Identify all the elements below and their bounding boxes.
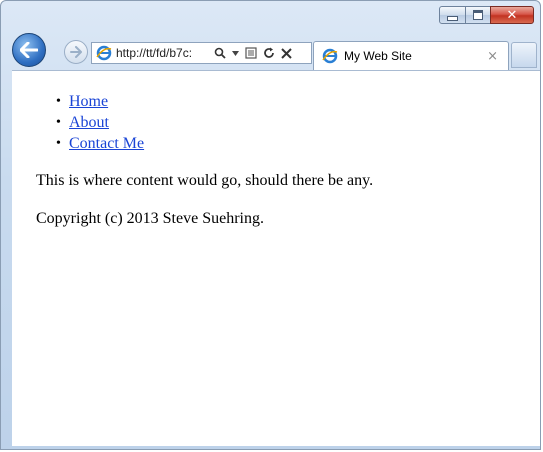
window-controls: ✕ (439, 6, 534, 24)
tab-title: My Web Site (344, 49, 412, 63)
minimize-icon (447, 15, 458, 21)
close-button[interactable]: ✕ (490, 6, 534, 24)
address-bar[interactable]: http://tt/fd/b7c: (91, 42, 312, 64)
content-paragraph: This is where content would go, should t… (36, 172, 374, 189)
nav-link-home[interactable]: Home (69, 93, 108, 110)
new-tab-button[interactable] (511, 42, 537, 68)
search-icon[interactable] (214, 47, 226, 59)
back-button[interactable] (12, 33, 46, 67)
tab-close-icon[interactable]: × (487, 49, 498, 64)
forward-button[interactable] (64, 40, 88, 64)
maximize-icon (473, 10, 483, 20)
list-item: Home (56, 91, 144, 112)
stop-icon[interactable] (281, 47, 292, 59)
site-nav: Home About Contact Me (56, 91, 144, 154)
nav-link-about[interactable]: About (69, 114, 109, 131)
nav-link-contact[interactable]: Contact Me (69, 135, 144, 152)
browser-window: ✕ http://tt/fd/b7c: My Web Site × • Home… (0, 0, 541, 450)
maximize-button[interactable] (465, 6, 491, 24)
minimize-button[interactable] (439, 6, 466, 24)
ie-logo-icon (96, 45, 112, 61)
page-content: Home About Contact Me This is where cont… (12, 70, 540, 446)
back-arrow-icon (20, 42, 38, 58)
compatibility-view-icon[interactable] (245, 47, 257, 59)
list-item: Contact Me (56, 133, 144, 154)
refresh-icon[interactable] (263, 47, 275, 59)
close-icon: ✕ (506, 7, 518, 23)
address-bar-tools (214, 47, 292, 59)
ie-logo-icon (322, 48, 338, 64)
tab-my-web-site[interactable]: My Web Site × (313, 41, 509, 70)
dropdown-icon[interactable] (232, 50, 239, 56)
copyright-text: Copyright (c) 2013 Steve Suehring. (36, 210, 264, 227)
address-url[interactable]: http://tt/fd/b7c: (116, 46, 210, 60)
forward-arrow-icon (70, 46, 82, 58)
list-item: About (56, 112, 144, 133)
